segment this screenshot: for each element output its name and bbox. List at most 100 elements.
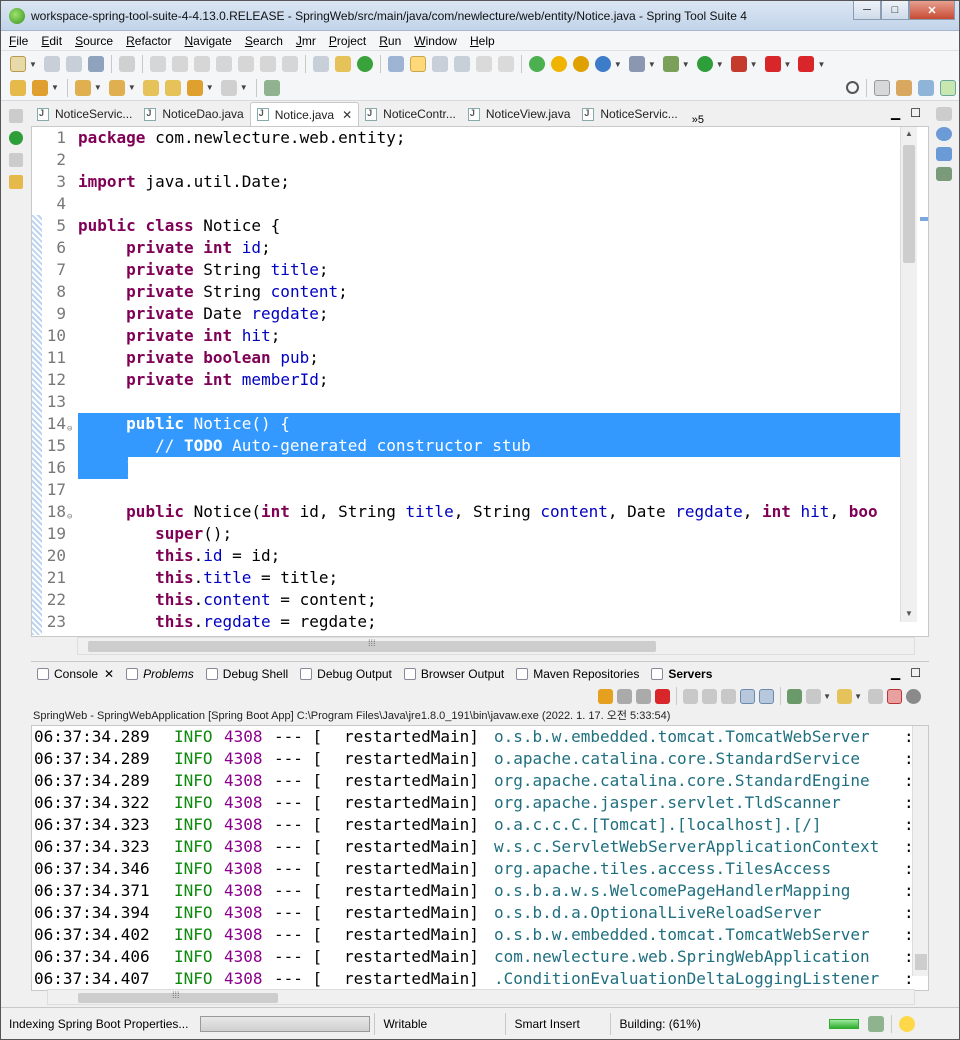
relaunch-icon[interactable] [598,688,614,704]
use-step-filters-icon[interactable] [312,56,329,72]
step-return-icon[interactable] [281,56,298,72]
code-line[interactable]: 20 this.id = id; [32,545,902,567]
chevron-down-icon[interactable]: ▼ [614,60,622,69]
menu-edit[interactable]: Edit [41,34,62,48]
code-line[interactable]: 12 private int memberId; [32,369,902,391]
chevron-down-icon[interactable]: ▼ [94,83,102,92]
building-status[interactable]: Building: (61%) [611,1017,823,1031]
maximize-console-button[interactable]: ☐ [910,666,921,680]
task-list-icon[interactable] [936,167,952,181]
pen-icon[interactable] [497,56,514,72]
console-vertical-scrollbar[interactable] [912,726,928,976]
disconnect-icon[interactable] [215,56,232,72]
code-line[interactable]: 13 [32,391,902,413]
clear-console-icon[interactable] [683,688,699,704]
external-tools-icon[interactable] [572,56,589,72]
remove-launch-icon[interactable] [617,688,633,704]
pin-editor-icon[interactable] [263,79,280,96]
menu-run[interactable]: Run [379,34,401,48]
console-tab-servers[interactable]: Servers [651,667,712,681]
forward-icon[interactable] [220,79,237,96]
console-tab-console[interactable]: Console ✕ [37,667,114,681]
new-icon[interactable] [10,56,26,72]
code-line[interactable]: 15 // TODO Auto-generated constructor st… [32,435,902,457]
maximize-editor-button[interactable]: ☐ [910,106,921,120]
forward-edit-icon[interactable] [164,79,181,96]
show-on-stderr-icon[interactable] [759,688,775,704]
block-selection-icon[interactable] [431,56,448,72]
skip-breakpoints-icon[interactable] [118,56,135,72]
open-perspective-icon[interactable] [874,79,890,96]
chevron-down-icon[interactable]: ▼ [51,83,59,92]
restore-icon[interactable] [9,109,23,123]
code-line[interactable]: 4 [32,193,902,215]
menu-project[interactable]: Project [329,34,366,48]
insert-mode-status[interactable]: Smart Insert [506,1017,610,1031]
help-icon[interactable] [550,56,567,72]
pin-console-icon[interactable] [787,688,803,704]
previous-annotation-icon[interactable] [108,79,125,96]
code-line[interactable]: 16 } [32,457,902,479]
chevron-down-icon[interactable]: ▼ [716,60,724,69]
external-run-icon[interactable] [798,56,815,72]
outline-icon[interactable] [936,127,952,141]
editor-horizontal-scrollbar[interactable]: ⁞⁞⁞ [77,637,915,655]
spring-perspective-icon[interactable] [940,79,956,96]
minimize-editor-button[interactable]: ▁ [891,106,900,120]
boot-dashboard-icon[interactable] [9,131,23,145]
close-tab-icon[interactable]: ✕ [104,667,114,681]
editor-tab-2[interactable]: Notice.java ✕ [249,102,360,126]
editor-tab-4[interactable]: NoticeView.java [462,102,577,126]
coverage-icon[interactable] [730,56,747,72]
console-tab-problems[interactable]: Problems [126,667,194,681]
menu-jmr[interactable]: Jmr [296,34,316,48]
editor-tab-3[interactable]: NoticeContr... [359,102,462,126]
java-perspective-icon[interactable] [896,79,912,96]
show-whitespace-icon[interactable] [475,56,492,72]
code-line[interactable]: 18 ⊖ public Notice(int id, String title, … [32,501,902,523]
code-line[interactable]: 21 this.title = title; [32,567,902,589]
word-wrap-icon[interactable] [453,56,470,72]
progress-view-icon[interactable] [868,1015,885,1032]
chevron-down-icon[interactable]: ▼ [240,83,248,92]
chevron-down-icon[interactable]: ▼ [817,60,825,69]
menu-search[interactable]: Search [245,34,283,48]
save-icon[interactable] [43,56,60,72]
more-tabs-button[interactable]: »5 [684,114,712,126]
console-tab-maven-repositories[interactable]: Maven Repositories [516,667,639,681]
restore-icon[interactable] [9,153,23,167]
code-line[interactable]: 10 private int hit; [32,325,902,347]
gear-icon[interactable] [906,688,921,704]
editor-tab-0[interactable]: NoticeServic... [31,102,138,126]
chevron-down-icon[interactable]: ▼ [784,60,792,69]
java-agent-icon[interactable] [628,56,645,72]
console-tab-debug-output[interactable]: Debug Output [300,667,392,681]
code-line[interactable]: 22 this.content = content; [32,589,902,611]
run-icon[interactable] [696,56,713,72]
terminate-icon[interactable] [655,688,671,704]
menu-refactor[interactable]: Refactor [126,34,171,48]
debug-perspective-icon[interactable] [918,79,934,96]
print-icon[interactable] [87,56,104,72]
next-annotation-icon[interactable] [74,79,91,96]
menu-file[interactable]: File [9,34,28,48]
code-editor[interactable]: ▲ ▼ 1 package com.newlecture.web.entity; 2… [31,127,929,637]
chevron-down-icon[interactable]: ▼ [750,60,758,69]
copy-icon[interactable] [868,688,883,704]
code-line[interactable]: 14 ⊖ public Notice() { [32,413,902,435]
code-line[interactable]: 17 [32,479,902,501]
stop-icon[interactable] [764,56,781,72]
building-progress-bar[interactable] [829,1018,860,1029]
package-explorer-icon[interactable] [9,175,23,189]
code-line[interactable]: 19 super(); [32,523,902,545]
menu-window[interactable]: Window [414,34,457,48]
chevron-down-icon[interactable]: ▼ [823,692,831,701]
close-tab-icon[interactable]: ✕ [342,108,352,122]
terminate-icon[interactable] [193,56,210,72]
code-line[interactable]: 3 import java.util.Date; [32,171,902,193]
scroll-down-icon[interactable]: ▼ [905,609,913,618]
code-line[interactable]: 1 package com.newlecture.web.entity; [32,127,902,149]
editor-tab-5[interactable]: NoticeServic... [576,102,683,126]
chevron-down-icon[interactable]: ▼ [854,692,862,701]
show-on-stdout-icon[interactable] [740,688,756,704]
